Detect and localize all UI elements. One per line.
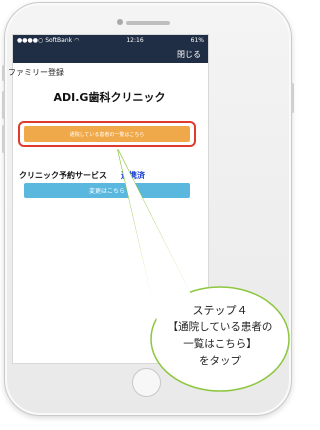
callout-text: ステップ４ 【通院している患者の 一覧はこちら】 をタップ: [158, 302, 282, 370]
callout-line-2: 一覧はこちら】: [183, 338, 257, 350]
callout-step: ステップ４: [192, 304, 248, 317]
callout-line-1: 【通院している患者の: [167, 321, 273, 333]
callout-line-3: をタップ: [199, 355, 241, 367]
